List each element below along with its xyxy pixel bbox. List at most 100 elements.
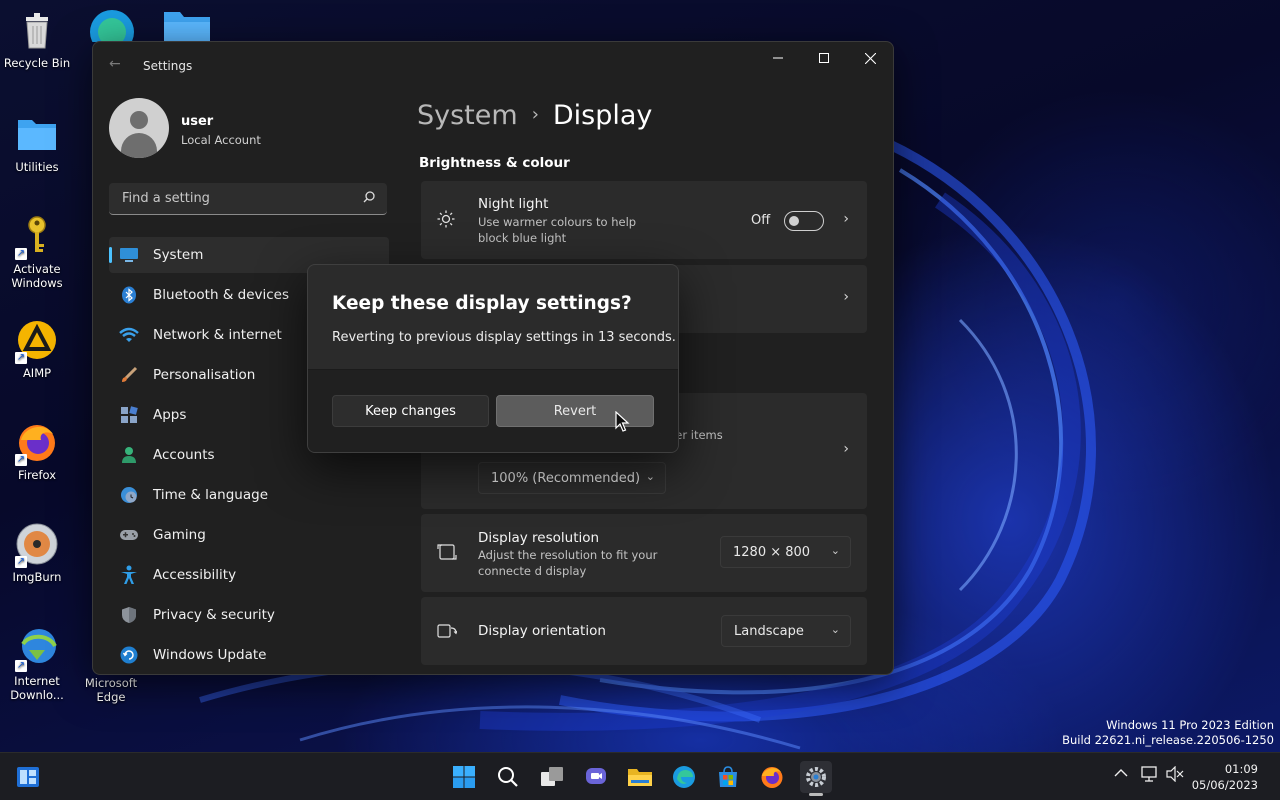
sidebar-item-label: Accessibility [153, 567, 237, 583]
find-setting-search[interactable] [109, 183, 387, 215]
volume-muted-icon [1166, 765, 1184, 783]
file-explorer-icon [628, 769, 652, 786]
person-icon [119, 445, 139, 465]
sidebar-item-label: Time & language [153, 487, 269, 503]
file-explorer-button[interactable] [624, 761, 656, 793]
clock[interactable]: 01:09 05/06/2023 [1192, 761, 1258, 793]
store-button[interactable] [712, 761, 744, 793]
window-title: Settings [143, 59, 193, 73]
windows-watermark: Windows 11 Pro 2023 Edition Build 22621.… [1062, 718, 1274, 748]
folder-icon [15, 112, 59, 156]
chevron-right-icon: › [843, 441, 849, 457]
sidebar-item-label: Gaming [153, 527, 206, 543]
desktop-icon-imgburn[interactable]: ↗ ImgBurn [2, 522, 72, 584]
night-light-toggle[interactable] [784, 211, 824, 231]
desktop-icon-utilities[interactable]: Utilities [2, 112, 72, 174]
widgets-button[interactable] [12, 761, 44, 793]
maximize-button[interactable] [801, 42, 847, 74]
firefox-icon [761, 767, 783, 788]
desktop-icon-edge-partial[interactable] [88, 6, 136, 54]
edge-icon [673, 766, 695, 788]
widgets-icon [17, 767, 39, 787]
edge-button[interactable] [668, 761, 700, 793]
breadcrumb-separator: › [531, 104, 539, 125]
desktop-icon-label: ImgBurn [12, 570, 62, 584]
chevron-down-icon: ⌄ [830, 544, 840, 557]
desktop-icon-firefox[interactable]: ↗ Firefox [2, 420, 72, 482]
sidebar-item-label: Personalisation [153, 367, 256, 383]
shortcut-arrow-icon: ↗ [15, 556, 27, 568]
sidebar-item-accessibility[interactable]: Accessibility [109, 557, 389, 593]
profile-name: user [181, 114, 214, 129]
chevron-up-icon [1114, 769, 1128, 777]
start-icon [453, 766, 475, 788]
profile-avatar[interactable] [109, 98, 169, 158]
display-orientation-card: Display orientation Landscape ⌄ [421, 597, 867, 665]
sidebar-item-label: Network & internet [153, 327, 282, 343]
sidebar-item-time-language[interactable]: Time & language [109, 477, 389, 513]
keep-display-settings-dialog: Keep these display settings? Reverting t… [307, 264, 679, 453]
section-heading: Brightness & colour [419, 155, 570, 171]
update-icon [119, 645, 139, 665]
display-orientation-title: Display orientation [478, 623, 606, 639]
firefox-icon: ↗ [15, 420, 59, 466]
scale-subtitle-fragment: her items [668, 428, 723, 442]
sidebar-item-windows-update[interactable]: Windows Update [109, 637, 389, 673]
mouse-cursor-icon [615, 410, 631, 437]
chevron-right-icon: › [843, 211, 849, 227]
close-button[interactable] [847, 42, 893, 74]
store-icon [719, 766, 737, 787]
resolution-dropdown[interactable]: 1280 × 800 ⌄ [720, 536, 851, 568]
shortcut-arrow-icon: ↗ [15, 248, 27, 260]
minimize-button[interactable] [755, 42, 801, 74]
display-resolution-card: Display resolution Adjust the resolution… [421, 514, 867, 592]
gamepad-icon [119, 525, 139, 545]
night-light-subtitle: Use warmer colours to help block blue li… [478, 215, 637, 245]
task-view-icon [541, 767, 563, 786]
chevron-down-icon: ⌄ [830, 623, 840, 636]
search-button[interactable] [492, 761, 524, 793]
display-resolution-title: Display resolution [478, 530, 600, 546]
breadcrumb-parent[interactable]: System [417, 100, 518, 131]
keep-changes-button[interactable]: Keep changes [332, 395, 489, 427]
chat-button[interactable] [580, 761, 612, 793]
maximize-icon [819, 53, 829, 63]
chevron-right-icon: › [843, 289, 849, 305]
close-icon [864, 52, 876, 64]
orientation-icon [437, 622, 458, 644]
sidebar-item-gaming[interactable]: Gaming [109, 517, 389, 553]
night-light-state: Off [751, 213, 771, 228]
settings-icon [806, 767, 826, 787]
back-arrow-icon[interactable]: ← [109, 56, 121, 72]
clock-time: 01:09 [1224, 762, 1258, 776]
clock-date: 05/06/2023 [1191, 778, 1258, 792]
sidebar-item-privacy-security[interactable]: Privacy & security [109, 597, 389, 633]
settings-taskbar-button[interactable] [800, 761, 832, 796]
taskbar: 01:09 05/06/2023 [0, 752, 1280, 800]
search-icon [363, 191, 375, 206]
night-light-card[interactable]: Night light Use warmer colours to help b… [421, 181, 867, 259]
shortcut-arrow-icon: ↗ [15, 352, 27, 364]
orientation-dropdown[interactable]: Landscape ⌄ [721, 615, 851, 647]
system-display-icon [119, 245, 139, 265]
desktop-icon-internet-download-manager[interactable]: ↗ Internet Downlo... [2, 626, 72, 702]
desktop-icon-aimp[interactable]: ↗ AIMP [2, 318, 72, 380]
volume-button[interactable] [1166, 765, 1184, 786]
show-hidden-icons-button[interactable] [1114, 767, 1128, 782]
desktop-icon-activate-windows[interactable]: ↗ Activate Windows [2, 214, 72, 290]
shortcut-arrow-icon: ↗ [15, 454, 27, 466]
search-input[interactable] [120, 190, 354, 207]
start-button[interactable] [448, 761, 480, 793]
scale-dropdown[interactable]: 100% (Recommended) ⌄ [478, 462, 666, 494]
apps-icon [119, 405, 139, 425]
network-status-button[interactable] [1141, 766, 1159, 786]
desktop-icon-label: Recycle Bin [3, 56, 71, 70]
task-view-button[interactable] [536, 761, 568, 793]
desktop-icon-label: AIMP [22, 366, 52, 380]
sidebar-item-label: Windows Update [153, 647, 267, 663]
desktop-icon-recycle-bin[interactable]: Recycle Bin [2, 8, 72, 70]
accessibility-icon [119, 565, 139, 585]
desktop-icon-folder-partial[interactable] [162, 8, 212, 42]
resolution-value: 1280 × 800 [733, 545, 811, 560]
firefox-button[interactable] [756, 761, 788, 793]
